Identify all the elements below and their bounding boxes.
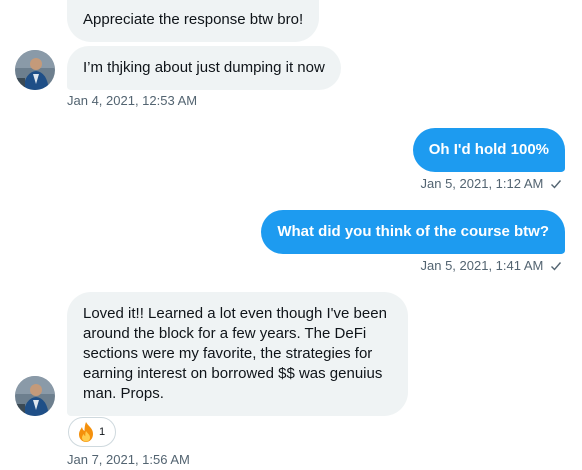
reaction-count: 1 [99,426,106,438]
message-text: Loved it!! Learned a lot even though I'v… [83,305,387,402]
message-timestamp: Jan 5, 2021, 1:41 AM [420,258,544,273]
message-text: What did you think of the course btw? [277,223,549,240]
fire-emoji-icon [79,422,93,442]
incoming-message[interactable]: Loved it!! Learned a lot even though I'v… [67,292,408,416]
incoming-message[interactable]: Appreciate the response btw bro! [67,0,320,42]
message-text: I’m thjking about just dumping it now [83,59,325,76]
sent-check-icon [551,262,562,271]
incoming-message[interactable]: I’m thjking about just dumping it now [67,46,341,90]
avatar[interactable] [15,50,55,90]
message-timestamp: Jan 5, 2021, 1:12 AM [420,176,544,191]
message-status: Jan 5, 2021, 1:12 AM [421,176,563,191]
message-timestamp: Jan 7, 2021, 1:56 AM [67,452,190,467]
avatar[interactable] [15,376,55,416]
outgoing-message[interactable]: Oh I'd hold 100% [412,128,565,172]
outgoing-message[interactable]: What did you think of the course btw? [261,210,565,254]
message-text: Appreciate the response btw bro! [83,11,304,28]
user-avatar-image [15,50,55,90]
message-timestamp: Jan 4, 2021, 12:53 AM [67,93,198,108]
message-reaction[interactable]: 1 [68,417,117,447]
user-avatar-image [15,376,55,416]
dm-conversation: Appreciate the response btw bro! I’m thj… [0,0,582,470]
message-text: Oh I'd hold 100% [428,141,549,158]
message-status: Jan 5, 2021, 1:41 AM [421,258,563,273]
sent-check-icon [551,180,562,189]
